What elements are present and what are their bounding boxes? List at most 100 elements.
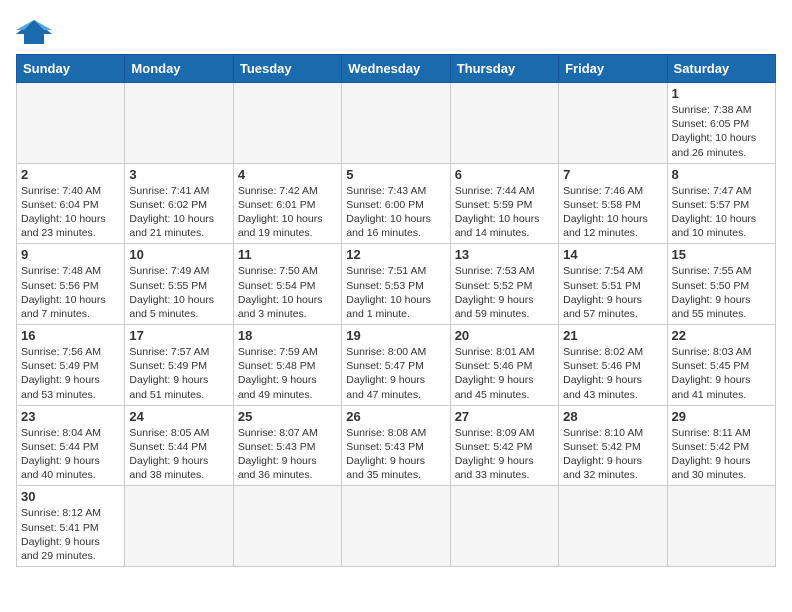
calendar-day-cell xyxy=(450,83,558,164)
day-info: Sunrise: 7:44 AM Sunset: 5:59 PM Dayligh… xyxy=(455,184,554,241)
day-info: Sunrise: 7:56 AM Sunset: 5:49 PM Dayligh… xyxy=(21,345,120,402)
calendar-day-cell: 21 Sunrise: 8:02 AM Sunset: 5:46 PM Dayli… xyxy=(559,325,667,406)
calendar-day-cell: 4Sunrise: 7:42 AM Sunset: 6:01 PM Daylig… xyxy=(233,163,341,244)
day-info: Sunrise: 8:03 AM Sunset: 5:45 PM Dayligh… xyxy=(672,345,771,402)
day-number: 3 xyxy=(129,167,228,182)
day-info: Sunrise: 7:51 AM Sunset: 5:53 PM Dayligh… xyxy=(346,264,445,321)
calendar-day-cell: 1 Sunrise: 7:38 AM Sunset: 6:05 PM Daylig… xyxy=(667,83,775,164)
calendar-day-cell xyxy=(667,486,775,567)
day-info: Sunrise: 7:40 AM Sunset: 6:04 PM Dayligh… xyxy=(21,184,120,241)
day-info: Sunrise: 8:11 AM Sunset: 5:42 PM Dayligh… xyxy=(672,426,771,483)
calendar-day-cell: 2 Sunrise: 7:40 AM Sunset: 6:04 PM Daylig… xyxy=(17,163,125,244)
calendar-table: SundayMondayTuesdayWednesdayThursdayFrid… xyxy=(16,54,776,567)
day-number: 14 xyxy=(563,247,662,262)
day-number: 19 xyxy=(346,328,445,343)
day-info: Sunrise: 7:48 AM Sunset: 5:56 PM Dayligh… xyxy=(21,264,120,321)
calendar-day-cell xyxy=(233,486,341,567)
day-info: Sunrise: 7:46 AM Sunset: 5:58 PM Dayligh… xyxy=(563,184,662,241)
calendar-week-row: 23 Sunrise: 8:04 AM Sunset: 5:44 PM Dayli… xyxy=(17,405,776,486)
logo-icon xyxy=(16,16,52,46)
calendar-day-cell: 19 Sunrise: 8:00 AM Sunset: 5:47 PM Dayli… xyxy=(342,325,450,406)
calendar-day-cell: 25Sunrise: 8:07 AM Sunset: 5:43 PM Dayli… xyxy=(233,405,341,486)
calendar-header-row: SundayMondayTuesdayWednesdayThursdayFrid… xyxy=(17,55,776,83)
calendar-day-cell: 24Sunrise: 8:05 AM Sunset: 5:44 PM Dayli… xyxy=(125,405,233,486)
calendar-week-row: 2 Sunrise: 7:40 AM Sunset: 6:04 PM Daylig… xyxy=(17,163,776,244)
calendar-day-cell: 29 Sunrise: 8:11 AM Sunset: 5:42 PM Dayli… xyxy=(667,405,775,486)
calendar-day-cell: 10Sunrise: 7:49 AM Sunset: 5:55 PM Dayli… xyxy=(125,244,233,325)
day-number: 28 xyxy=(563,409,662,424)
day-number: 22 xyxy=(672,328,771,343)
day-info: Sunrise: 8:00 AM Sunset: 5:47 PM Dayligh… xyxy=(346,345,445,402)
day-info: Sunrise: 7:38 AM Sunset: 6:05 PM Dayligh… xyxy=(672,103,771,160)
day-header-sunday: Sunday xyxy=(17,55,125,83)
day-header-wednesday: Wednesday xyxy=(342,55,450,83)
day-number: 20 xyxy=(455,328,554,343)
day-info: Sunrise: 7:47 AM Sunset: 5:57 PM Dayligh… xyxy=(672,184,771,241)
day-info: Sunrise: 8:04 AM Sunset: 5:44 PM Dayligh… xyxy=(21,426,120,483)
calendar-week-row: 9 Sunrise: 7:48 AM Sunset: 5:56 PM Daylig… xyxy=(17,244,776,325)
calendar-day-cell: 8 Sunrise: 7:47 AM Sunset: 5:57 PM Daylig… xyxy=(667,163,775,244)
day-header-thursday: Thursday xyxy=(450,55,558,83)
day-number: 26 xyxy=(346,409,445,424)
calendar-day-cell xyxy=(17,83,125,164)
day-info: Sunrise: 8:02 AM Sunset: 5:46 PM Dayligh… xyxy=(563,345,662,402)
day-info: Sunrise: 8:12 AM Sunset: 5:41 PM Dayligh… xyxy=(21,506,120,563)
day-info: Sunrise: 7:50 AM Sunset: 5:54 PM Dayligh… xyxy=(238,264,337,321)
day-number: 16 xyxy=(21,328,120,343)
day-number: 23 xyxy=(21,409,120,424)
calendar-day-cell: 16 Sunrise: 7:56 AM Sunset: 5:49 PM Dayli… xyxy=(17,325,125,406)
logo xyxy=(16,16,56,46)
day-number: 17 xyxy=(129,328,228,343)
calendar-day-cell xyxy=(125,83,233,164)
day-number: 12 xyxy=(346,247,445,262)
day-number: 1 xyxy=(672,86,771,101)
day-number: 18 xyxy=(238,328,337,343)
calendar-day-cell: 20Sunrise: 8:01 AM Sunset: 5:46 PM Dayli… xyxy=(450,325,558,406)
calendar-day-cell: 23 Sunrise: 8:04 AM Sunset: 5:44 PM Dayli… xyxy=(17,405,125,486)
calendar-day-cell xyxy=(342,486,450,567)
day-number: 21 xyxy=(563,328,662,343)
day-number: 24 xyxy=(129,409,228,424)
calendar-day-cell: 17 Sunrise: 7:57 AM Sunset: 5:49 PM Dayli… xyxy=(125,325,233,406)
calendar-day-cell xyxy=(233,83,341,164)
day-info: Sunrise: 8:10 AM Sunset: 5:42 PM Dayligh… xyxy=(563,426,662,483)
day-info: Sunrise: 7:57 AM Sunset: 5:49 PM Dayligh… xyxy=(129,345,228,402)
calendar-day-cell: 18 Sunrise: 7:59 AM Sunset: 5:48 PM Dayli… xyxy=(233,325,341,406)
calendar-day-cell: 27 Sunrise: 8:09 AM Sunset: 5:42 PM Dayli… xyxy=(450,405,558,486)
day-header-friday: Friday xyxy=(559,55,667,83)
day-number: 7 xyxy=(563,167,662,182)
day-info: Sunrise: 7:41 AM Sunset: 6:02 PM Dayligh… xyxy=(129,184,228,241)
calendar-day-cell: 3 Sunrise: 7:41 AM Sunset: 6:02 PM Daylig… xyxy=(125,163,233,244)
calendar-day-cell: 11Sunrise: 7:50 AM Sunset: 5:54 PM Dayli… xyxy=(233,244,341,325)
day-info: Sunrise: 8:09 AM Sunset: 5:42 PM Dayligh… xyxy=(455,426,554,483)
calendar-day-cell: 22 Sunrise: 8:03 AM Sunset: 5:45 PM Dayli… xyxy=(667,325,775,406)
day-number: 15 xyxy=(672,247,771,262)
day-header-saturday: Saturday xyxy=(667,55,775,83)
day-info: Sunrise: 7:59 AM Sunset: 5:48 PM Dayligh… xyxy=(238,345,337,402)
day-number: 5 xyxy=(346,167,445,182)
day-number: 8 xyxy=(672,167,771,182)
day-info: Sunrise: 7:42 AM Sunset: 6:01 PM Dayligh… xyxy=(238,184,337,241)
day-number: 30 xyxy=(21,489,120,504)
calendar-day-cell xyxy=(342,83,450,164)
day-number: 9 xyxy=(21,247,120,262)
calendar-day-cell: 26 Sunrise: 8:08 AM Sunset: 5:43 PM Dayli… xyxy=(342,405,450,486)
day-info: Sunrise: 7:49 AM Sunset: 5:55 PM Dayligh… xyxy=(129,264,228,321)
calendar-day-cell xyxy=(125,486,233,567)
calendar-day-cell: 5Sunrise: 7:43 AM Sunset: 6:00 PM Daylig… xyxy=(342,163,450,244)
calendar-week-row: 16 Sunrise: 7:56 AM Sunset: 5:49 PM Dayli… xyxy=(17,325,776,406)
calendar-day-cell: 14 Sunrise: 7:54 AM Sunset: 5:51 PM Dayli… xyxy=(559,244,667,325)
calendar-day-cell: 15Sunrise: 7:55 AM Sunset: 5:50 PM Dayli… xyxy=(667,244,775,325)
day-info: Sunrise: 8:07 AM Sunset: 5:43 PM Dayligh… xyxy=(238,426,337,483)
calendar-week-row: 1 Sunrise: 7:38 AM Sunset: 6:05 PM Daylig… xyxy=(17,83,776,164)
day-number: 27 xyxy=(455,409,554,424)
calendar-day-cell xyxy=(450,486,558,567)
calendar-day-cell xyxy=(559,486,667,567)
day-header-monday: Monday xyxy=(125,55,233,83)
day-number: 2 xyxy=(21,167,120,182)
day-info: Sunrise: 7:54 AM Sunset: 5:51 PM Dayligh… xyxy=(563,264,662,321)
calendar-day-cell: 6Sunrise: 7:44 AM Sunset: 5:59 PM Daylig… xyxy=(450,163,558,244)
day-info: Sunrise: 8:08 AM Sunset: 5:43 PM Dayligh… xyxy=(346,426,445,483)
day-number: 29 xyxy=(672,409,771,424)
day-info: Sunrise: 7:53 AM Sunset: 5:52 PM Dayligh… xyxy=(455,264,554,321)
